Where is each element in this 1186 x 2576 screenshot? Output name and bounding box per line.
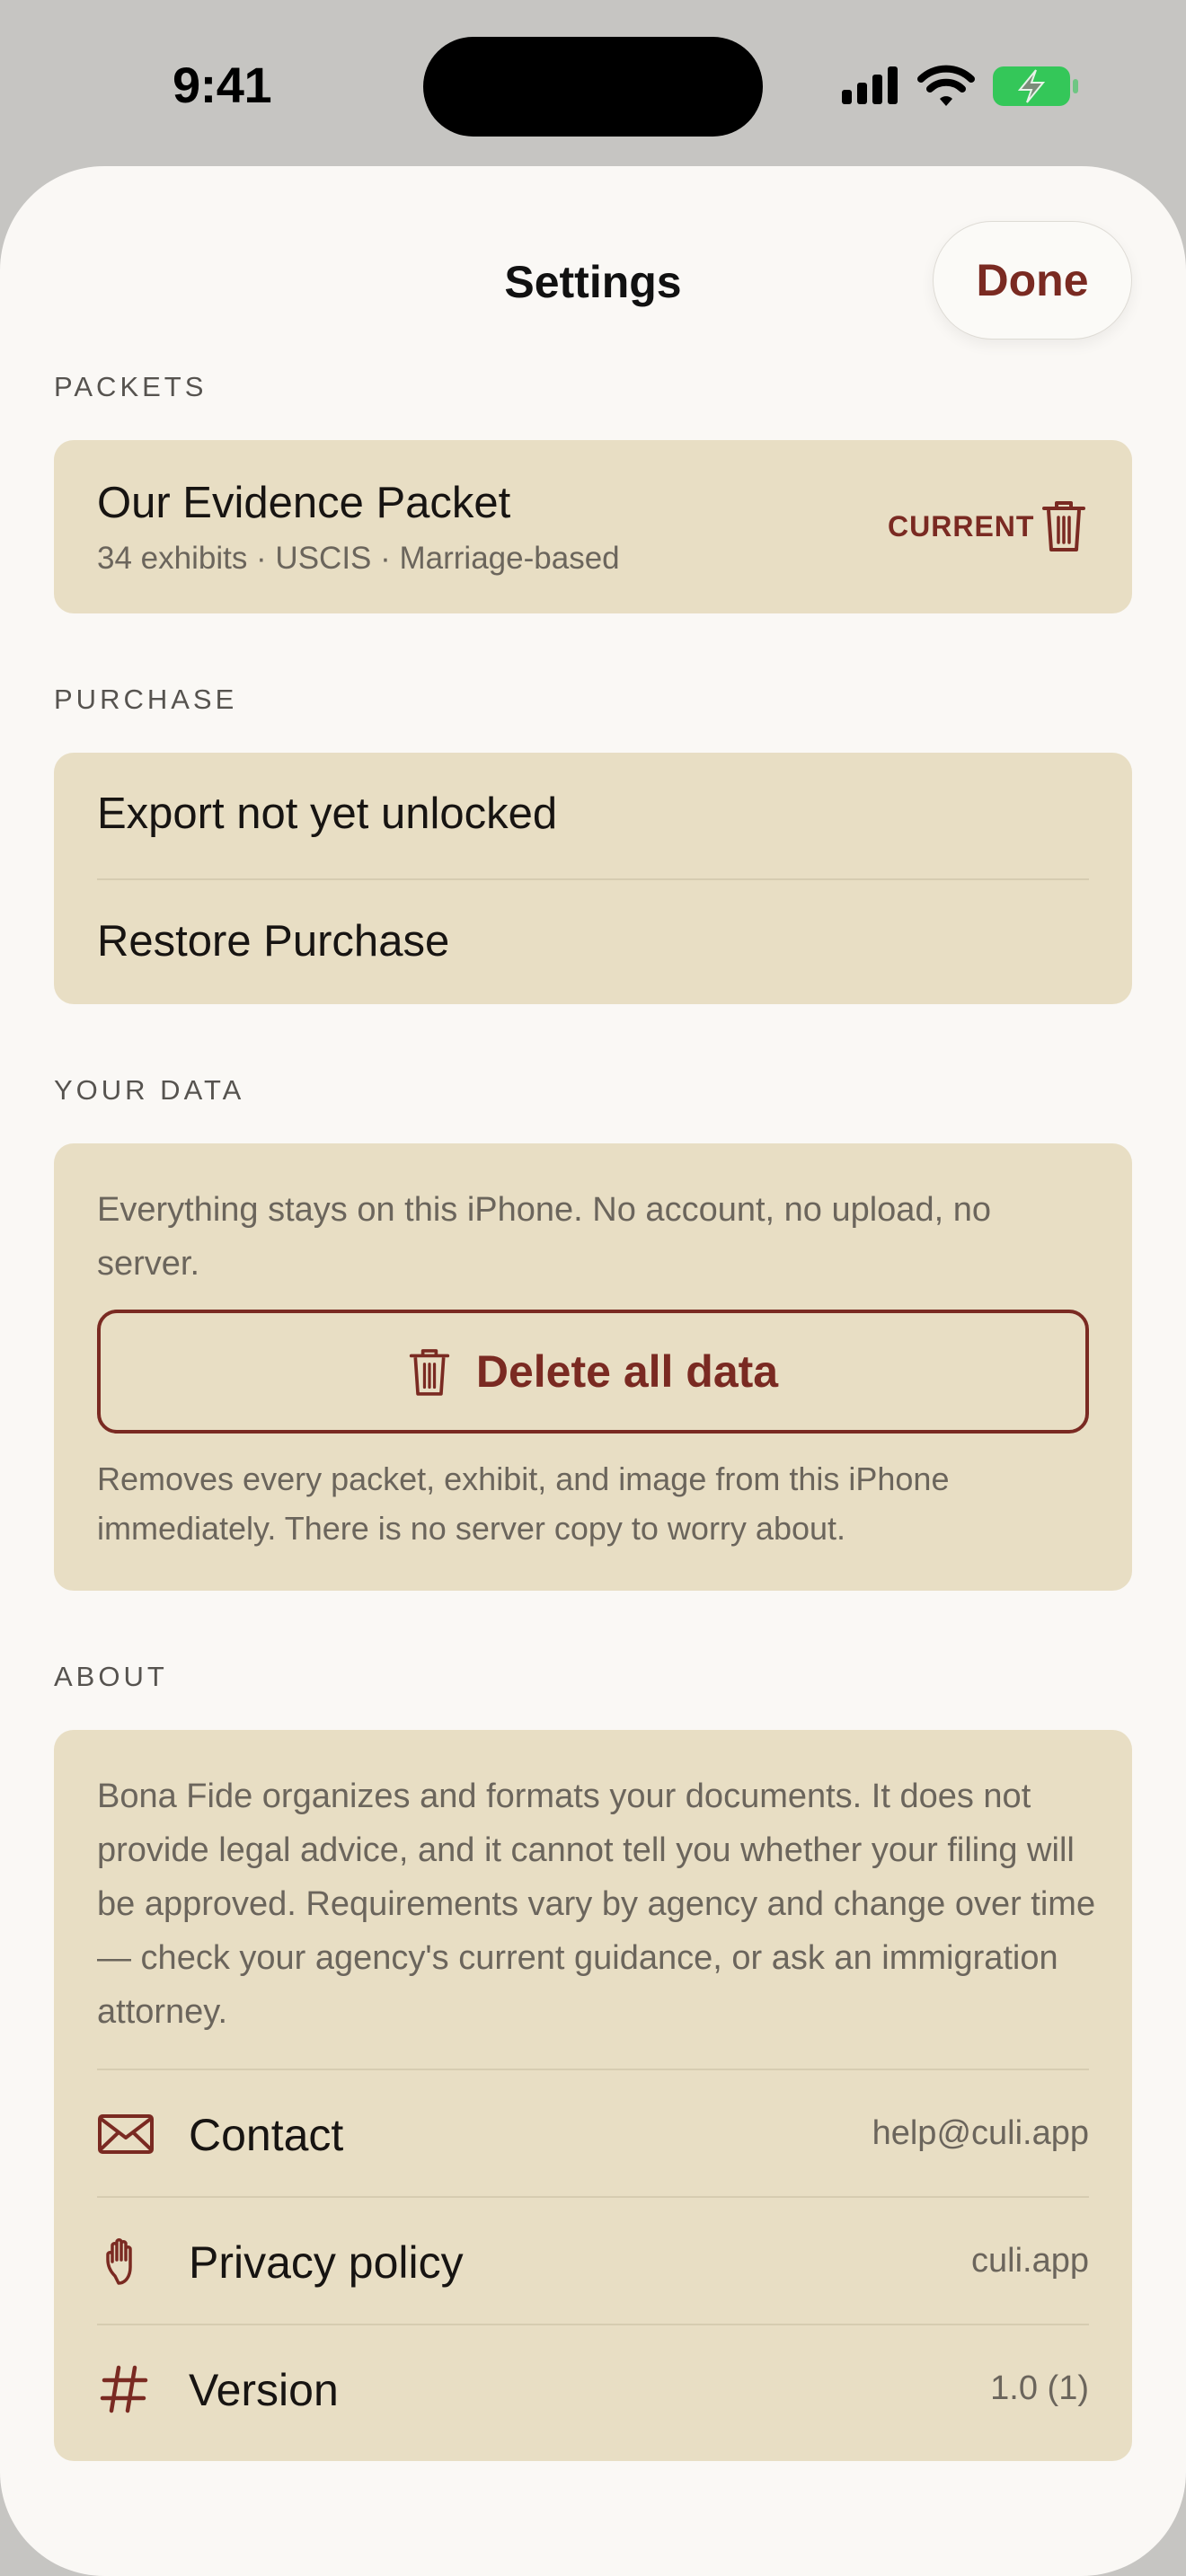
about-disclaimer: Bona Fide organizes and formats your doc…: [97, 1778, 1096, 2031]
packet-card[interactable]: Our Evidence Packet 34 exhibits · USCIS …: [54, 440, 1132, 613]
version-label: Version: [189, 2365, 339, 2415]
contact-value: help@culi.app: [872, 2114, 1089, 2152]
section-label-your-data: YOUR DATA: [54, 1074, 245, 1106]
divider: [97, 878, 1089, 880]
delete-all-data-button[interactable]: Delete all data: [97, 1310, 1089, 1434]
packet-title: Our Evidence Packet: [97, 479, 511, 527]
contact-label: Contact: [189, 2110, 344, 2160]
settings-sheet: Settings Done PACKETS Our Evidence Packe…: [0, 166, 1186, 2576]
version-row: Version 1.0 (1): [54, 2325, 1132, 2450]
delete-all-data-label: Delete all data: [475, 1346, 779, 1397]
packet-subtitle: 34 exhibits · USCIS · Marriage-based: [97, 541, 620, 576]
trash-icon: [409, 1349, 450, 1396]
hash-icon: [100, 2365, 148, 2413]
purchase-status: Export not yet unlocked: [97, 790, 558, 838]
your-data-card: Everything stays on this iPhone. No acco…: [54, 1143, 1132, 1591]
cellular-signal-icon: [842, 66, 898, 104]
section-label-purchase: PURCHASE: [54, 684, 238, 715]
status-bar: 9:41: [0, 0, 1186, 162]
purchase-card: Export not yet unlocked Restore Purchase: [54, 753, 1132, 1004]
current-badge: CURRENT: [888, 510, 1035, 543]
version-value: 1.0 (1): [990, 2369, 1089, 2407]
battery-charging-icon: [993, 66, 1078, 106]
delete-note: Removes every packet, exhibit, and image…: [97, 1460, 950, 1547]
status-icons: [840, 61, 1083, 111]
privacy-policy-value: culi.app: [971, 2242, 1089, 2280]
done-button[interactable]: Done: [933, 221, 1132, 340]
privacy-policy-row[interactable]: Privacy policy culi.app: [54, 2197, 1132, 2323]
about-card: Bona Fide organizes and formats your doc…: [54, 1730, 1132, 2461]
page-title: Settings: [504, 257, 682, 307]
restore-purchase-button[interactable]: Restore Purchase: [97, 916, 449, 966]
dynamic-island: [423, 37, 763, 137]
wifi-icon: [917, 65, 975, 106]
contact-row[interactable]: Contact help@culi.app: [54, 2069, 1132, 2195]
privacy-policy-label: Privacy policy: [189, 2237, 464, 2288]
hand-icon: [106, 2238, 132, 2285]
trash-icon[interactable]: [1040, 498, 1087, 553]
section-label-packets: PACKETS: [54, 371, 208, 402]
section-label-about: ABOUT: [54, 1661, 168, 1692]
envelope-icon: [98, 2114, 154, 2154]
data-description: Everything stays on this iPhone. No acco…: [97, 1191, 991, 1283]
status-time: 9:41: [173, 57, 272, 113]
